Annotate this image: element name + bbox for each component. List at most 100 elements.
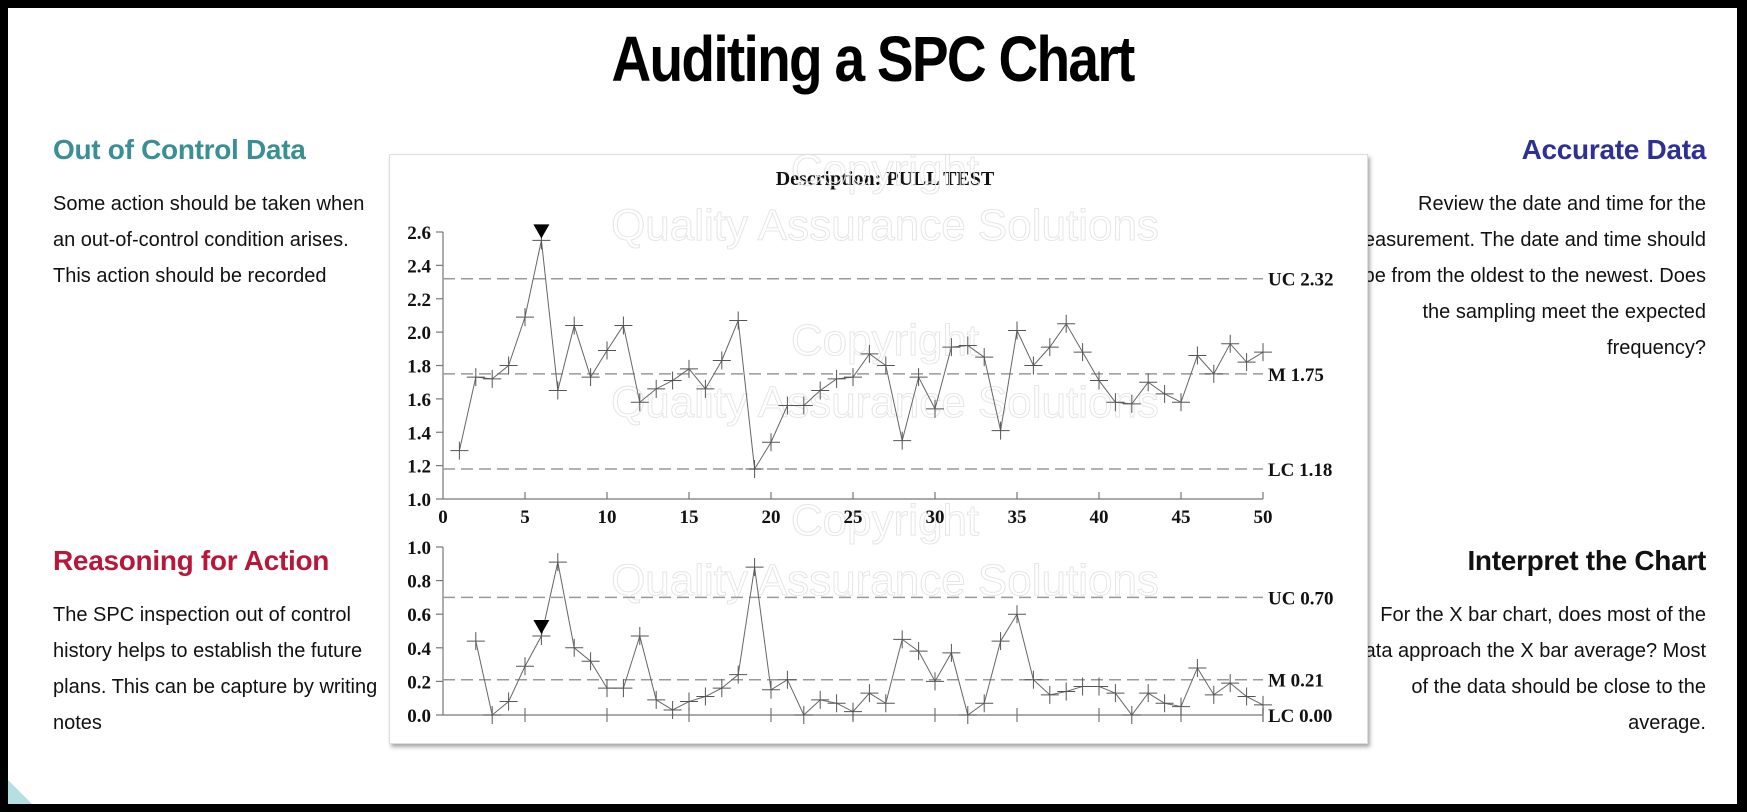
y-tick-label: 0.2 (407, 672, 431, 693)
data-point (696, 687, 715, 706)
accurate-data-body: Review the date and time for the measure… (1347, 193, 1706, 359)
corner-decoration (8, 780, 32, 804)
data-point (762, 680, 780, 699)
reasoning-body: The SPC inspection out of control histor… (53, 604, 378, 734)
y-tick-label: 1.0 (407, 490, 431, 511)
data-point (647, 690, 666, 709)
data-point (991, 632, 1010, 651)
data-point (581, 368, 600, 387)
x-tick-label: 30 (926, 507, 945, 528)
data-point (958, 706, 977, 724)
control-label-lc: LC 0.00 (1268, 706, 1332, 727)
interpret-block: Interpret the Chart For the X bar chart,… (1338, 545, 1707, 741)
xbar-chart: 1.0 1.2 1.4 1.6 1.8 2.0 2.2 2.4 2.6 0 5 10 15 20 25 30 3… (407, 223, 1333, 528)
y-tick-label: 1.8 (407, 357, 431, 378)
data-point (1237, 687, 1256, 706)
watermark-text: Quality Assurance Solutions (611, 378, 1159, 427)
interpret-body: For the X bar chart, does most of the da… (1353, 604, 1706, 734)
data-point (1040, 338, 1059, 357)
out-of-control-body: Some action should be taken when an out-… (53, 193, 365, 287)
control-label-lc: LC 1.18 (1268, 460, 1332, 481)
data-point (598, 679, 616, 698)
data-point (663, 700, 682, 719)
x-tick-label: 0 (438, 507, 448, 528)
reasoning-block: Reasoning for Action The SPC inspection … (53, 545, 383, 741)
x-tick-label: 35 (1008, 507, 1027, 528)
data-point (1155, 694, 1174, 713)
data-point (860, 684, 879, 703)
interpret-heading: Interpret the Chart (1467, 545, 1706, 576)
data-point (450, 441, 469, 460)
data-point (581, 652, 600, 671)
data-point (1204, 364, 1223, 383)
data-point (598, 341, 616, 360)
data-point (614, 679, 633, 698)
y-tick-label: 1.0 (407, 538, 431, 559)
slide-title: Auditing a SPC Chart (8, 22, 1737, 96)
y-tick-label: 1.6 (407, 390, 431, 411)
y-tick-label: 2.2 (407, 290, 431, 311)
y-tick-label: 1.2 (407, 457, 431, 478)
data-point (1122, 706, 1141, 724)
out-of-control-block: Out of Control Data Some action should b… (53, 134, 383, 294)
data-point (466, 632, 485, 651)
data-point (548, 553, 567, 572)
data-point (1024, 356, 1043, 375)
y-tick-label: 1.4 (407, 423, 431, 444)
data-point (516, 308, 534, 327)
data-point (1221, 334, 1240, 353)
data-point (1057, 314, 1076, 333)
x-tick-label: 25 (844, 507, 863, 528)
data-point (548, 381, 567, 400)
data-point (1172, 393, 1190, 412)
out-of-control-marker (533, 224, 550, 239)
slide-title-text: Auditing a SPC Chart (611, 23, 1135, 95)
accurate-data-heading: Accurate Data (1521, 134, 1707, 165)
x-tick-label: 45 (1172, 507, 1191, 528)
reasoning-heading: Reasoning for Action (53, 545, 330, 576)
spc-chart-panel: Description: PULL TEST Copyright Quality … (389, 146, 1368, 744)
data-point (729, 665, 748, 684)
data-point (1073, 343, 1092, 362)
data-point (762, 433, 780, 452)
control-label-m: M 0.21 (1268, 671, 1324, 692)
data-point (499, 692, 518, 711)
y-tick-label: 2.6 (407, 223, 431, 244)
out-of-control-marker (533, 620, 550, 635)
data-point (729, 311, 748, 330)
data-point (1139, 684, 1158, 703)
watermark: Copyright Quality Assurance Solutions Copy… (611, 146, 1160, 606)
data-point (975, 694, 994, 713)
watermark-text: Copyright (791, 496, 979, 545)
slide: Auditing a SPC Chart Out of Control Data… (8, 8, 1737, 804)
data-point (1221, 674, 1240, 693)
x-tick-label: 5 (520, 507, 530, 528)
out-of-control-heading: Out of Control Data (53, 134, 306, 165)
data-point (909, 642, 928, 661)
data-point (893, 630, 912, 649)
data-point (778, 670, 797, 689)
y-tick-label: 0.6 (407, 605, 431, 626)
data-point (466, 368, 485, 387)
data-point (876, 694, 895, 713)
data-point (630, 627, 649, 646)
control-label-m: M 1.75 (1268, 365, 1324, 386)
data-point (893, 431, 912, 450)
data-point (712, 679, 731, 698)
data-point (516, 657, 534, 676)
data-point (1254, 343, 1272, 362)
data-point (1057, 682, 1076, 701)
data-point (942, 643, 961, 662)
accurate-data-block: Accurate Data Review the date and time f… (1338, 134, 1706, 366)
x-tick-label: 40 (1090, 507, 1109, 528)
data-point (1237, 353, 1256, 372)
data-point (1008, 321, 1026, 340)
data-point (614, 316, 633, 335)
data-point (565, 316, 584, 335)
data-point (926, 672, 944, 691)
x-tick-label: 15 (680, 507, 699, 528)
data-point (1204, 685, 1223, 704)
data-point (1008, 605, 1026, 624)
x-tick-label: 20 (762, 507, 781, 528)
data-point (483, 369, 502, 388)
